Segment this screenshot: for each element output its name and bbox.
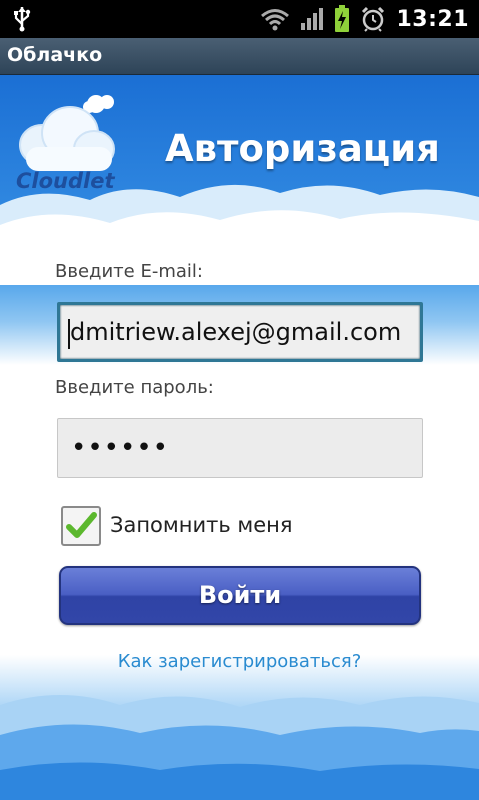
wifi-icon — [261, 9, 290, 31]
register-link[interactable]: Как зарегистрироваться? — [0, 651, 479, 672]
login-button[interactable]: Войти — [59, 566, 421, 625]
password-field[interactable]: •••••• — [57, 418, 423, 478]
email-field[interactable]: dmitriew.alexej@gmail.com — [57, 302, 423, 362]
checkmark-icon — [66, 512, 97, 538]
status-time: 13:21 — [396, 6, 469, 32]
page-title: Авторизация — [165, 127, 440, 170]
app-title-bar: Облачко — [0, 38, 479, 75]
email-label: Введите E-mail: — [55, 261, 203, 282]
login-button-label: Войти — [198, 581, 282, 609]
battery-charging-icon — [335, 5, 350, 32]
alarm-icon — [362, 6, 385, 32]
login-screen: Cloudlet Авторизация Введите E-mail: dmi… — [0, 75, 479, 800]
password-value: •••••• — [71, 433, 170, 463]
app-title: Облачко — [7, 44, 103, 66]
usb-icon — [14, 7, 31, 32]
logo-text: Cloudlet — [16, 169, 115, 193]
clouds-background-bottom — [0, 695, 479, 800]
status-bar: 13:21 — [0, 0, 479, 38]
email-value: dmitriew.alexej@gmail.com — [70, 318, 402, 346]
password-label: Введите пароль: — [55, 377, 214, 398]
signal-icon — [301, 8, 324, 30]
remember-me-label[interactable]: Запомнить меня — [110, 513, 293, 537]
remember-me-checkbox[interactable] — [61, 506, 101, 546]
